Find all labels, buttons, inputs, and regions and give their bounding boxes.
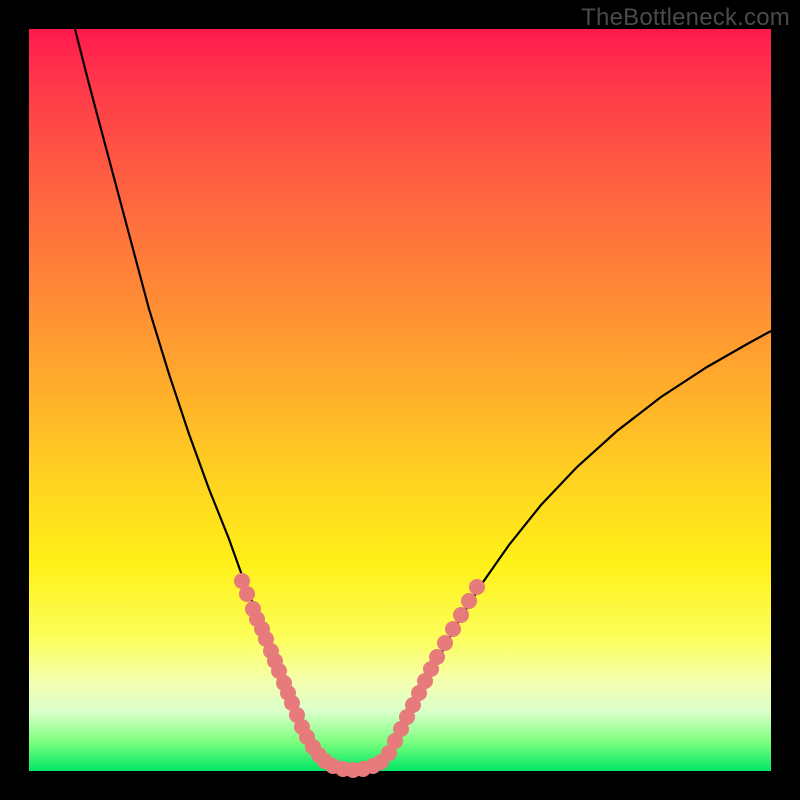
highlight-dots (234, 573, 485, 778)
bottleneck-curve (29, 29, 771, 771)
highlight-dot (461, 593, 477, 609)
highlight-dot (429, 649, 445, 665)
highlight-dot (453, 607, 469, 623)
highlight-dot (469, 579, 485, 595)
chart-plot-area (29, 29, 771, 771)
highlight-dot (445, 621, 461, 637)
curve-path (75, 29, 771, 770)
watermark-text: TheBottleneck.com (581, 4, 790, 32)
highlight-dot (239, 586, 255, 602)
chart-frame: TheBottleneck.com (0, 0, 800, 800)
highlight-dot (437, 635, 453, 651)
